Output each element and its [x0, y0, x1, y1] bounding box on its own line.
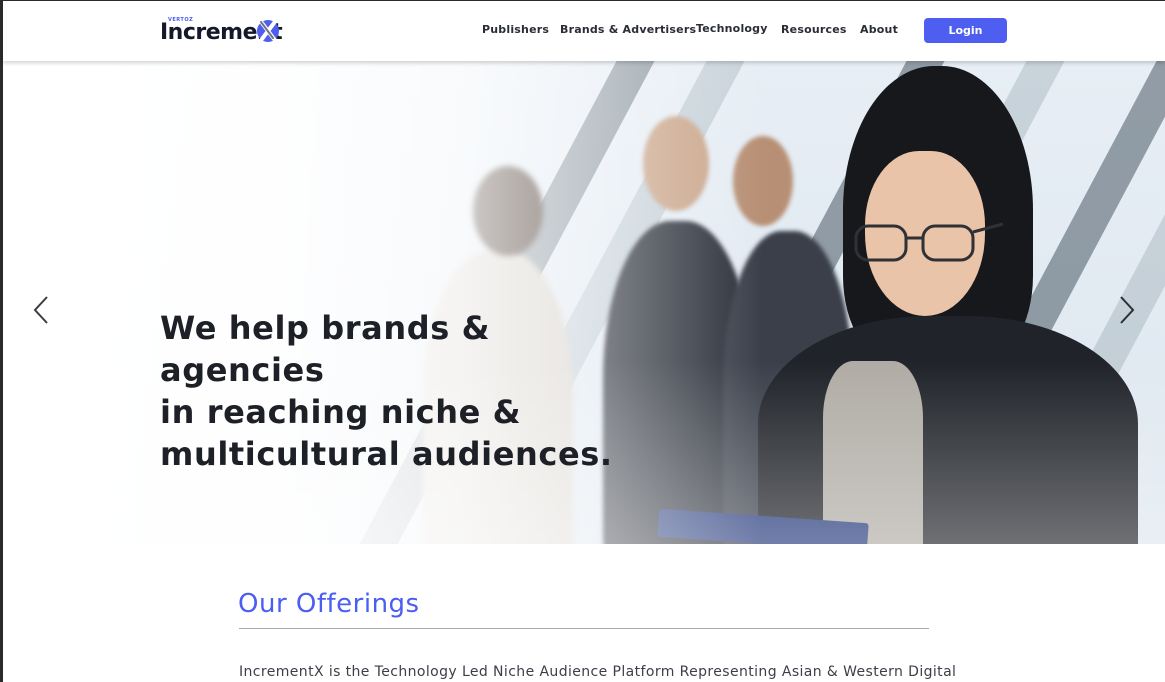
hero-headline: We help brands & agencies in reaching ni…	[160, 309, 613, 474]
site-header: VERTOZ Increment Publishers Brands & Adv…	[3, 1, 1165, 61]
logo-x-icon	[257, 20, 279, 42]
incrementx-logo[interactable]: VERTOZ Increment	[160, 17, 285, 46]
nav-brands-advertisers[interactable]: Brands & Advertisers	[560, 23, 696, 36]
eyeglasses-icon	[854, 222, 1004, 262]
login-button[interactable]: Login	[924, 18, 1007, 43]
chevron-right-icon[interactable]	[1115, 293, 1139, 327]
nav-about[interactable]: About	[860, 23, 898, 36]
chevron-left-icon[interactable]	[29, 293, 53, 327]
nav-publishers[interactable]: Publishers	[482, 23, 549, 36]
offerings-divider	[239, 628, 929, 629]
nav-resources[interactable]: Resources	[781, 23, 847, 36]
offerings-description: IncrementX is the Technology Led Niche A…	[239, 664, 957, 680]
hero-carousel: We help brands & agencies in reaching ni…	[3, 61, 1165, 544]
offerings-title: Our Offerings	[238, 589, 420, 619]
nav-technology[interactable]: Technology	[696, 22, 768, 35]
